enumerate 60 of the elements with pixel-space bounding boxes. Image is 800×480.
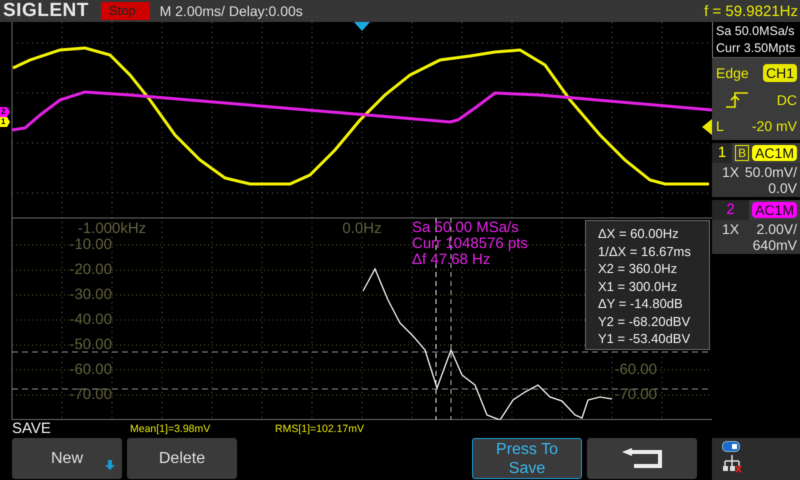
vertical-offset-text: 640mV	[752, 237, 798, 253]
vertical-offset-text: 0.0V	[767, 180, 798, 196]
frequency-axis-label: 0.0Hz	[342, 221, 382, 236]
cursor-line[interactable]	[450, 218, 452, 420]
probe-ratio-text: 1X	[722, 164, 740, 180]
coupling-badge: AC1M	[752, 145, 797, 161]
fft-info-text: Δf 47.68 Hz	[412, 252, 492, 268]
network-icon	[722, 455, 742, 473]
trigger-source-badge: CH1	[762, 64, 797, 82]
save-button[interactable]: Press To Save	[472, 438, 582, 479]
cursor-readout-text: X2 = 360.0Hz	[598, 260, 678, 278]
new-button[interactable]: New	[12, 438, 122, 479]
memory-depth-text: Curr 3.50Mpts	[716, 40, 796, 57]
channel-marker[interactable]: 1	[0, 117, 10, 127]
cursor-readout-text: 1/ΔX = 16.67ms	[598, 242, 692, 260]
amplitude-axis-label: -50.00	[69, 337, 112, 352]
cursor-readout-text: Y1 = -53.40dBV	[598, 330, 692, 348]
timebase-readout: M 2.00ms/ Delay:0.00s	[160, 3, 303, 19]
amplitude-axis-label: -30.00	[69, 287, 112, 302]
trigger-coupling-text: DC	[776, 92, 797, 108]
trigger-level-label: L	[716, 118, 725, 134]
amplitude-axis-label: -60.00	[614, 362, 657, 377]
channel-marker[interactable]: 2	[0, 107, 10, 117]
cursor-readout-text: ΔY = -14.80dB	[598, 295, 684, 312]
probe-ratio-text: 1X	[722, 221, 740, 237]
vertical-scale-text: 2.00V/	[756, 221, 797, 237]
channel-panel[interactable]: 2 AC1M 1X 2.00V/ 640mV	[712, 200, 800, 254]
trigger-level-text: -20 mV	[752, 118, 797, 134]
menu-title: SAVE	[12, 420, 52, 437]
trigger-panel[interactable]: Edge CH1 DC L -20 mV	[712, 58, 800, 140]
amplitude-axis-label: -10.00	[69, 237, 112, 252]
frequency-readout: f = 59.9821Hz	[704, 2, 799, 20]
brand-logo: SIGLENT	[3, 1, 89, 21]
usb-device-icon	[722, 441, 740, 452]
sample-rate-text: Sa 50.0MSa/s	[716, 23, 796, 40]
softkey-button[interactable]: Delete	[127, 438, 237, 479]
cursor-readout-text: X1 = 300.0Hz	[598, 278, 678, 295]
cursor-readout-text: ΔX = 60.00Hz	[598, 225, 680, 242]
amplitude-axis-label: -20.00	[69, 262, 112, 277]
bandwidth-limit-badge: B	[735, 145, 750, 161]
fft-info-text: Curr 1048576 pts	[412, 236, 528, 252]
frequency-axis-label: -1.000kHz	[78, 221, 146, 236]
channel-panel[interactable]: 1 B AC1M 1X 50.0mV/ 0.0V	[712, 143, 800, 197]
amplitude-axis-label: -70.00	[614, 387, 657, 402]
channel-number: 2	[712, 200, 750, 220]
measurement-text: Mean[1]=3.98mV	[130, 422, 212, 434]
amplitude-axis-label: -40.00	[69, 312, 112, 327]
return-arrow-icon	[620, 448, 664, 470]
vertical-scale-text: 50.0mV/	[744, 164, 797, 180]
amplitude-axis-label: -70.00	[69, 387, 112, 402]
down-arrow-icon	[105, 460, 115, 470]
measurement-text: RMS[1]=102.17mV	[275, 422, 366, 434]
coupling-badge: AC1M	[752, 202, 797, 218]
fft-info-text: Sa 50.00 MSa/s	[412, 220, 520, 236]
amplitude-axis-label: -60.00	[69, 362, 112, 377]
trigger-type-text: Edge	[716, 65, 750, 82]
back-button[interactable]	[587, 438, 697, 479]
channel-number: 1	[712, 143, 732, 163]
rising-edge-icon	[726, 90, 748, 109]
cursor-readout-text: Y2 = -68.20dBV	[598, 312, 692, 330]
